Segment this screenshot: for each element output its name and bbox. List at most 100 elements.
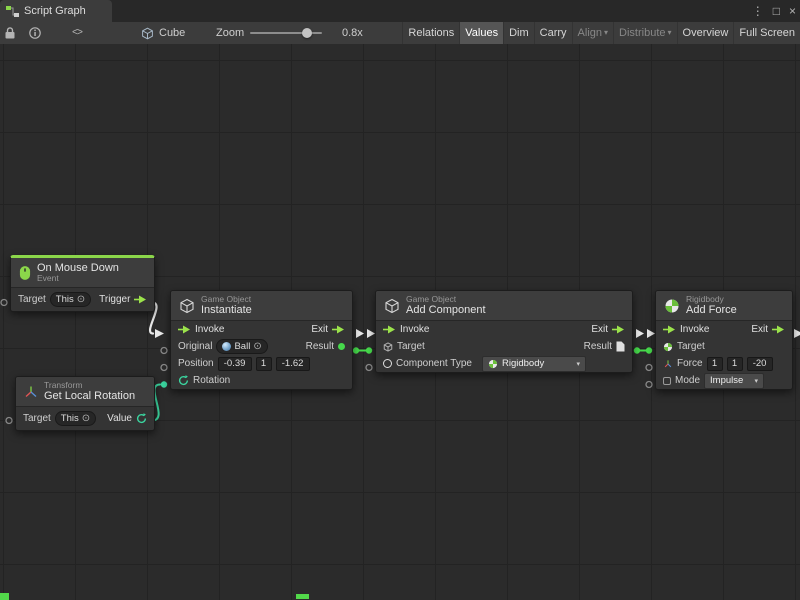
position-y-field[interactable]: 1 xyxy=(256,357,272,371)
node-add-component[interactable]: Game Object Add Component Invoke Exit Ta… xyxy=(375,290,633,373)
flow-output-icon[interactable] xyxy=(134,295,147,304)
force-z-field[interactable]: -20 xyxy=(747,357,773,371)
target-object-field[interactable]: This ⊙ xyxy=(50,292,91,307)
type-icon xyxy=(383,359,392,368)
target-object-field[interactable]: This ⊙ xyxy=(55,411,96,426)
flow-arrowhead-icon xyxy=(356,329,364,338)
original-object-field[interactable]: Ball ⊙ xyxy=(216,339,267,354)
graph-canvas[interactable]: On Mouse Down Event Target This ⊙ Trigge… xyxy=(0,44,800,600)
flow-output-icon[interactable] xyxy=(612,325,625,334)
flow-output-icon[interactable] xyxy=(772,325,785,334)
input-port[interactable] xyxy=(366,365,372,371)
zoom-slider-knob[interactable] xyxy=(302,28,312,38)
relations-button[interactable]: Relations xyxy=(402,22,459,44)
value-port-dot[interactable] xyxy=(646,347,652,353)
node-header[interactable]: Rigidbody Add Force xyxy=(656,291,792,321)
flow-input-icon[interactable] xyxy=(178,325,191,334)
flow-input-icon[interactable] xyxy=(383,325,396,334)
node-add-force[interactable]: Rigidbody Add Force Invoke Exit Target xyxy=(655,290,793,390)
tab-script-graph[interactable]: Script Graph xyxy=(0,0,112,22)
mesh-sphere-icon xyxy=(222,342,231,351)
game-object-mini-icon xyxy=(383,342,393,352)
object-picker-icon[interactable]: ⊙ xyxy=(82,412,90,425)
result-label: Result xyxy=(306,341,334,352)
flow-input-icon[interactable] xyxy=(663,325,676,334)
rotation-icon xyxy=(178,375,189,386)
object-picker-icon[interactable]: ⊙ xyxy=(77,293,85,306)
flow-output-icon[interactable] xyxy=(332,325,345,334)
node-header[interactable]: Game Object Add Component xyxy=(376,291,632,321)
transform-icon xyxy=(24,385,38,399)
input-port[interactable] xyxy=(646,365,652,371)
enum-icon xyxy=(663,377,671,385)
offscreen-wire-fragment xyxy=(296,594,309,599)
carry-button[interactable]: Carry xyxy=(534,22,572,44)
close-icon[interactable]: × xyxy=(789,0,796,22)
node-header[interactable]: Transform Get Local Rotation xyxy=(16,377,154,407)
value-port-dot[interactable] xyxy=(353,347,359,353)
node-category: Transform xyxy=(44,381,135,390)
maximize-icon[interactable]: □ xyxy=(773,0,780,22)
flow-arrowhead-icon xyxy=(367,329,375,338)
values-button[interactable]: Values xyxy=(459,22,503,44)
result-label: Result xyxy=(584,341,612,352)
component-type-dropdown[interactable]: Rigidbody ▾ xyxy=(482,356,586,372)
game-object-icon xyxy=(179,298,195,314)
toolbar: <> Cube Zoom 0.8x Relations Values Dim C… xyxy=(0,22,800,45)
value-label: Value xyxy=(107,413,132,424)
zoom-value: 0.8x xyxy=(342,22,363,44)
overview-button[interactable]: Overview xyxy=(677,22,734,44)
exit-label: Exit xyxy=(311,324,328,335)
chevron-down-icon: ▾ xyxy=(576,360,580,368)
node-header[interactable]: On Mouse Down Event xyxy=(11,258,154,288)
zoom-slider-track[interactable] xyxy=(250,32,322,34)
force-y-field[interactable]: 1 xyxy=(727,357,743,371)
flow-arrowhead-icon xyxy=(794,329,800,338)
graph-context[interactable]: Cube xyxy=(141,22,185,44)
input-port[interactable] xyxy=(161,348,167,354)
info-button[interactable] xyxy=(29,22,41,44)
result-port-dot[interactable] xyxy=(338,343,345,350)
info-icon xyxy=(29,27,41,39)
toolbar-buttons: Relations Values Dim Carry Align▾ Distri… xyxy=(402,22,800,44)
chevron-down-icon: ▾ xyxy=(668,22,672,44)
rigidbody-icon xyxy=(664,298,680,314)
graph-name: Cube xyxy=(159,27,185,39)
fullscreen-button[interactable]: Full Screen xyxy=(733,22,800,44)
input-port[interactable] xyxy=(646,382,652,388)
rigidbody-icon xyxy=(488,359,498,369)
document-icon[interactable] xyxy=(616,341,625,352)
input-port[interactable] xyxy=(1,300,7,306)
zoom-slider[interactable] xyxy=(250,22,322,44)
script-graph-icon xyxy=(6,6,19,17)
node-title: Get Local Rotation xyxy=(44,390,135,402)
node-on-mouse-down[interactable]: On Mouse Down Event Target This ⊙ Trigge… xyxy=(10,255,155,312)
node-get-local-rotation[interactable]: Transform Get Local Rotation Target This… xyxy=(15,376,155,431)
node-instantiate[interactable]: Game Object Instantiate Invoke Exit Orig… xyxy=(170,290,353,390)
input-port[interactable] xyxy=(161,365,167,371)
force-mode-dropdown[interactable]: Impulse ▾ xyxy=(704,373,764,389)
trigger-label: Trigger xyxy=(99,294,130,305)
rotation-port-dot[interactable] xyxy=(161,381,167,387)
vector3-icon xyxy=(663,359,673,369)
lock-button[interactable] xyxy=(5,22,15,44)
value-port-dot[interactable] xyxy=(634,347,640,353)
rotation-icon[interactable] xyxy=(136,413,147,424)
chevron-down-icon: ▾ xyxy=(755,377,759,385)
input-port[interactable] xyxy=(6,418,12,424)
cube-icon xyxy=(141,27,154,40)
rotation-label: Rotation xyxy=(193,375,230,386)
node-header[interactable]: Game Object Instantiate xyxy=(171,291,352,321)
mode-label: Mode xyxy=(675,375,700,386)
dim-button[interactable]: Dim xyxy=(503,22,534,44)
kebab-menu-icon[interactable]: ⋮ xyxy=(752,0,764,22)
exit-label: Exit xyxy=(591,324,608,335)
force-x-field[interactable]: 1 xyxy=(707,357,723,371)
position-z-field[interactable]: -1.62 xyxy=(276,357,310,371)
target-label: Target xyxy=(23,413,51,424)
object-picker-icon[interactable]: ⊙ xyxy=(253,340,261,353)
value-port-dot[interactable] xyxy=(366,347,372,353)
edit-source-button[interactable]: <> xyxy=(72,22,82,44)
position-x-field[interactable]: -0.39 xyxy=(218,357,252,371)
chevron-down-icon: ▾ xyxy=(604,22,608,44)
